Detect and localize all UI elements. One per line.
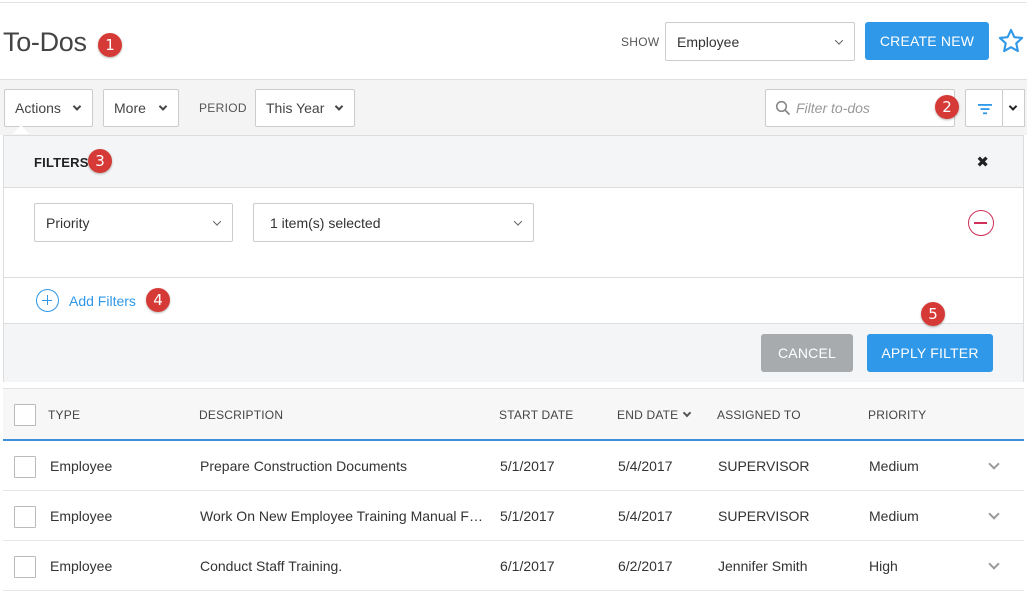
select-all-checkbox[interactable] bbox=[14, 404, 36, 426]
row-checkbox[interactable] bbox=[14, 456, 36, 478]
table-row[interactable]: Employee Prepare Construction Documents … bbox=[3, 441, 1024, 491]
column-header-end-date[interactable]: END DATE bbox=[617, 408, 678, 422]
show-select-value: Employee bbox=[677, 33, 740, 50]
annotation-badge-4: 4 bbox=[146, 288, 170, 312]
filter-field-value: Priority bbox=[46, 214, 90, 231]
expand-chevron-icon[interactable] bbox=[988, 558, 1000, 570]
chevron-down-icon bbox=[513, 216, 523, 226]
annotation-badge-3: 3 bbox=[88, 149, 112, 173]
filter-row: Priority 1 item(s) selected bbox=[4, 188, 1023, 278]
toolbar: Actions More PERIOD This Year 2 bbox=[0, 79, 1027, 135]
filter-options-dropdown[interactable] bbox=[1003, 89, 1025, 127]
chevron-down-icon bbox=[158, 102, 168, 111]
cell-type: Employee bbox=[50, 558, 113, 574]
chevron-down-icon bbox=[1008, 102, 1018, 111]
cell-start-date: 5/1/2017 bbox=[500, 458, 555, 474]
cell-priority: High bbox=[869, 558, 898, 574]
more-label: More bbox=[114, 100, 146, 116]
page-title: To-Dos bbox=[3, 27, 87, 57]
show-label: SHOW bbox=[621, 35, 660, 49]
cell-priority: Medium bbox=[869, 508, 919, 524]
actions-label: Actions bbox=[15, 100, 61, 116]
search-box bbox=[765, 89, 955, 127]
apply-filter-button[interactable]: APPLY FILTER bbox=[867, 334, 993, 372]
annotation-badge-1: 1 bbox=[98, 33, 122, 57]
annotation-badge-5: 5 bbox=[921, 302, 945, 326]
table-header: TYPE DESCRIPTION START DATE END DATE ASS… bbox=[3, 388, 1024, 441]
search-icon bbox=[775, 100, 791, 119]
cell-assigned-to: SUPERVISOR bbox=[718, 508, 810, 524]
cell-description: Work On New Employee Training Manual For… bbox=[200, 508, 490, 524]
filters-header: FILTERS ✖ bbox=[4, 136, 1023, 188]
more-dropdown[interactable]: More bbox=[103, 89, 179, 127]
remove-filter-icon[interactable] bbox=[968, 210, 994, 236]
cell-priority: Medium bbox=[869, 458, 919, 474]
add-circle-icon[interactable] bbox=[36, 289, 59, 312]
table-row[interactable]: Employee Work On New Employee Training M… bbox=[3, 491, 1024, 541]
cell-start-date: 6/1/2017 bbox=[500, 558, 555, 574]
period-label: PERIOD bbox=[199, 101, 247, 115]
cell-type: Employee bbox=[50, 458, 113, 474]
chevron-down-icon bbox=[834, 35, 844, 45]
create-new-button[interactable]: CREATE NEW bbox=[865, 22, 989, 60]
expand-chevron-icon[interactable] bbox=[988, 508, 1000, 520]
filters-footer: CANCEL APPLY FILTER bbox=[4, 324, 1023, 382]
filter-icon bbox=[977, 102, 993, 119]
column-header-start-date[interactable]: START DATE bbox=[499, 408, 573, 422]
cell-assigned-to: Jennifer Smith bbox=[718, 558, 808, 574]
period-dropdown[interactable]: This Year bbox=[255, 89, 355, 127]
close-icon[interactable]: ✖ bbox=[976, 153, 989, 171]
cell-description: Conduct Staff Training. bbox=[200, 558, 343, 574]
row-checkbox[interactable] bbox=[14, 556, 36, 578]
todos-table: TYPE DESCRIPTION START DATE END DATE ASS… bbox=[3, 388, 1024, 594]
cell-end-date: 5/4/2017 bbox=[618, 508, 673, 524]
show-select[interactable]: Employee bbox=[665, 22, 855, 61]
filter-field-select[interactable]: Priority bbox=[34, 203, 233, 242]
filter-value-text: 1 item(s) selected bbox=[270, 214, 381, 231]
actions-dropdown[interactable]: Actions bbox=[4, 89, 93, 127]
cell-assigned-to: SUPERVISOR bbox=[718, 458, 810, 474]
cell-start-date: 5/1/2017 bbox=[500, 508, 555, 524]
row-checkbox[interactable] bbox=[14, 506, 36, 528]
filter-button[interactable] bbox=[965, 89, 1003, 127]
period-value: This Year bbox=[266, 100, 325, 116]
column-header-assigned-to[interactable]: ASSIGNED TO bbox=[717, 408, 801, 422]
filters-title: FILTERS bbox=[34, 155, 89, 170]
column-header-type[interactable]: TYPE bbox=[48, 408, 80, 422]
add-filters-link[interactable]: Add Filters bbox=[69, 293, 136, 309]
cancel-button[interactable]: CANCEL bbox=[761, 334, 853, 372]
dropdown-pointer bbox=[13, 125, 29, 134]
chevron-down-icon bbox=[212, 216, 222, 226]
cell-description: Prepare Construction Documents bbox=[200, 458, 407, 474]
sort-desc-icon[interactable] bbox=[682, 408, 692, 418]
column-header-priority[interactable]: PRIORITY bbox=[868, 408, 926, 422]
page-header: To-Dos 1 SHOW Employee CREATE NEW bbox=[0, 3, 1027, 79]
cell-type: Employee bbox=[50, 508, 113, 524]
chevron-down-icon bbox=[334, 102, 344, 111]
filter-value-select[interactable]: 1 item(s) selected bbox=[253, 203, 534, 242]
chevron-down-icon bbox=[72, 102, 82, 111]
search-input[interactable] bbox=[796, 98, 946, 118]
filters-panel: FILTERS ✖ 3 Priority 1 item(s) selected … bbox=[3, 135, 1024, 382]
cell-end-date: 6/2/2017 bbox=[618, 558, 673, 574]
cell-end-date: 5/4/2017 bbox=[618, 458, 673, 474]
star-icon[interactable] bbox=[997, 27, 1025, 55]
annotation-badge-2: 2 bbox=[935, 95, 959, 119]
expand-chevron-icon[interactable] bbox=[988, 458, 1000, 470]
column-header-description[interactable]: DESCRIPTION bbox=[199, 408, 283, 422]
table-row[interactable]: Employee Conduct Staff Training. 6/1/201… bbox=[3, 541, 1024, 591]
